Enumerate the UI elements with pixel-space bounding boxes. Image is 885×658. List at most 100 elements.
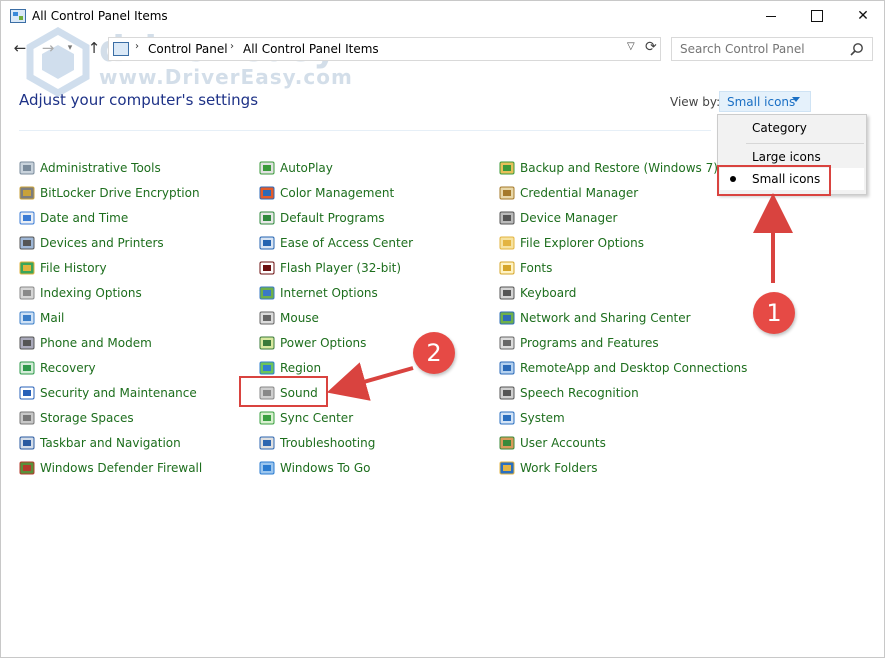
control-panel-item-keyboard[interactable]: Keyboard <box>499 284 576 302</box>
control-panel-item-power-options[interactable]: Power Options <box>259 334 366 352</box>
control-panel-item-bitlocker-drive-encryption[interactable]: BitLocker Drive Encryption <box>19 184 200 202</box>
taskbar-icon <box>19 436 35 450</box>
arrow-to-sound <box>326 362 414 401</box>
sync-center-icon <box>259 411 275 425</box>
control-panel-item-label: Work Folders <box>520 461 598 475</box>
recent-locations-icon[interactable]: ▾ <box>63 37 77 59</box>
control-panel-item-administrative-tools[interactable]: Administrative Tools <box>19 159 161 177</box>
backup-restore-icon <box>499 161 515 175</box>
window-title: All Control Panel Items <box>32 9 168 23</box>
programs-features-icon <box>499 336 515 350</box>
control-panel-item-troubleshooting[interactable]: Troubleshooting <box>259 434 375 452</box>
user-accounts-icon <box>499 436 515 450</box>
minimize-button[interactable] <box>748 1 794 31</box>
view-by-value: Small icons <box>727 95 796 109</box>
highlight-sound-box <box>239 376 328 407</box>
control-panel-item-region[interactable]: Region <box>259 359 321 377</box>
control-panel-item-date-and-time[interactable]: Date and Time <box>19 209 128 227</box>
control-panel-item-label: Mail <box>40 311 65 325</box>
control-panel-item-label: Region <box>280 361 322 375</box>
control-panel-item-work-folders[interactable]: Work Folders <box>499 459 598 477</box>
administrative-tools-icon <box>19 161 35 175</box>
flash-player-icon <box>259 261 275 275</box>
control-panel-item-file-explorer-options[interactable]: File Explorer Options <box>499 234 644 252</box>
control-panel-item-devices-and-printers[interactable]: Devices and Printers <box>19 234 164 252</box>
control-panel-item-network-and-sharing-center[interactable]: Network and Sharing Center <box>499 309 691 327</box>
control-panel-item-fonts[interactable]: Fonts <box>499 259 552 277</box>
search-input[interactable] <box>671 37 873 61</box>
control-panel-item-programs-and-features[interactable]: Programs and Features <box>499 334 659 352</box>
control-panel-item-label: Keyboard <box>520 286 577 300</box>
phone-modem-icon <box>19 336 35 350</box>
control-panel-item-indexing-options[interactable]: Indexing Options <box>19 284 142 302</box>
control-panel-item-label: Credential Manager <box>520 186 639 200</box>
breadcrumb-separator-icon[interactable]: › <box>135 41 139 52</box>
control-panel-item-windows-defender-firewall[interactable]: Windows Defender Firewall <box>19 459 202 477</box>
control-panel-item-credential-manager[interactable]: Credential Manager <box>499 184 638 202</box>
recovery-icon <box>19 361 35 375</box>
work-folders-icon <box>499 461 515 475</box>
breadcrumb-separator-icon[interactable]: › <box>230 41 234 52</box>
control-panel-item-label: Phone and Modem <box>40 336 152 350</box>
breadcrumb-control-panel[interactable]: Control Panel <box>148 42 228 56</box>
control-panel-item-sync-center[interactable]: Sync Center <box>259 409 353 427</box>
control-panel-item-label: Programs and Features <box>520 336 659 350</box>
devices-printers-icon <box>19 236 35 250</box>
forward-arrow-icon[interactable]: → <box>37 37 59 59</box>
breadcrumb-all-items[interactable]: All Control Panel Items <box>243 42 379 56</box>
menu-item-large-icons[interactable]: Large icons <box>752 150 821 164</box>
internet-options-icon <box>259 286 275 300</box>
date-time-icon <box>19 211 35 225</box>
control-panel-item-storage-spaces[interactable]: Storage Spaces <box>19 409 134 427</box>
indexing-options-icon <box>19 286 35 300</box>
control-panel-item-default-programs[interactable]: Default Programs <box>259 209 385 227</box>
control-panel-item-recovery[interactable]: Recovery <box>19 359 96 377</box>
control-panel-item-label: Recovery <box>40 361 96 375</box>
control-panel-item-flash-player-32-bit[interactable]: Flash Player (32-bit) <box>259 259 401 277</box>
page-heading: Adjust your computer's settings <box>19 91 259 109</box>
control-panel-item-taskbar-and-navigation[interactable]: Taskbar and Navigation <box>19 434 181 452</box>
control-panel-item-mouse[interactable]: Mouse <box>259 309 319 327</box>
control-panel-item-remoteapp-and-desktop-connections[interactable]: RemoteApp and Desktop Connections <box>499 359 747 377</box>
control-panel-item-windows-to-go[interactable]: Windows To Go <box>259 459 370 477</box>
control-panel-item-label: Date and Time <box>40 211 129 225</box>
power-options-icon <box>259 336 275 350</box>
control-panel-item-speech-recognition[interactable]: Speech Recognition <box>499 384 639 402</box>
up-arrow-icon[interactable]: ↑ <box>83 37 105 59</box>
control-panel-item-label: RemoteApp and Desktop Connections <box>520 361 748 375</box>
search-icon[interactable] <box>849 42 865 58</box>
control-panel-item-mail[interactable]: Mail <box>19 309 64 327</box>
control-panel-item-label: Ease of Access Center <box>280 236 414 250</box>
bitlocker-icon <box>19 186 35 200</box>
control-panel-item-label: System <box>520 411 565 425</box>
refresh-icon[interactable]: ⟳ <box>645 39 657 55</box>
menu-item-category[interactable]: Category <box>752 121 807 135</box>
firewall-icon <box>19 461 35 475</box>
folder-options-icon <box>499 236 515 250</box>
control-panel-item-internet-options[interactable]: Internet Options <box>259 284 378 302</box>
control-panel-item-autoplay[interactable]: AutoPlay <box>259 159 333 177</box>
close-button[interactable]: ✕ <box>840 1 885 31</box>
control-panel-item-phone-and-modem[interactable]: Phone and Modem <box>19 334 152 352</box>
highlight-small-icons-box <box>717 165 831 196</box>
control-panel-item-backup-and-restore-windows-7[interactable]: Backup and Restore (Windows 7) <box>499 159 718 177</box>
address-history-chevron-icon[interactable]: ▽ <box>627 41 635 52</box>
control-panel-item-file-history[interactable]: File History <box>19 259 107 277</box>
control-panel-item-system[interactable]: System <box>499 409 565 427</box>
network-icon <box>499 311 515 325</box>
control-panel-item-label: Power Options <box>280 336 367 350</box>
maximize-button[interactable] <box>794 1 840 31</box>
control-panel-item-security-and-maintenance[interactable]: Security and Maintenance <box>19 384 197 402</box>
menu-separator <box>746 143 864 144</box>
control-panel-item-device-manager[interactable]: Device Manager <box>499 209 617 227</box>
ease-of-access-icon <box>259 236 275 250</box>
control-panel-item-ease-of-access-center[interactable]: Ease of Access Center <box>259 234 413 252</box>
control-panel-item-label: Devices and Printers <box>40 236 164 250</box>
control-panel-item-label: Troubleshooting <box>280 436 376 450</box>
back-arrow-icon[interactable]: ← <box>9 37 31 59</box>
control-panel-item-user-accounts[interactable]: User Accounts <box>499 434 606 452</box>
address-bar[interactable]: › Control Panel › All Control Panel Item… <box>108 37 661 61</box>
watermark-url: www.DriverEasy.com <box>99 65 353 89</box>
chevron-down-icon[interactable] <box>792 97 800 102</box>
control-panel-item-color-management[interactable]: Color Management <box>259 184 394 202</box>
